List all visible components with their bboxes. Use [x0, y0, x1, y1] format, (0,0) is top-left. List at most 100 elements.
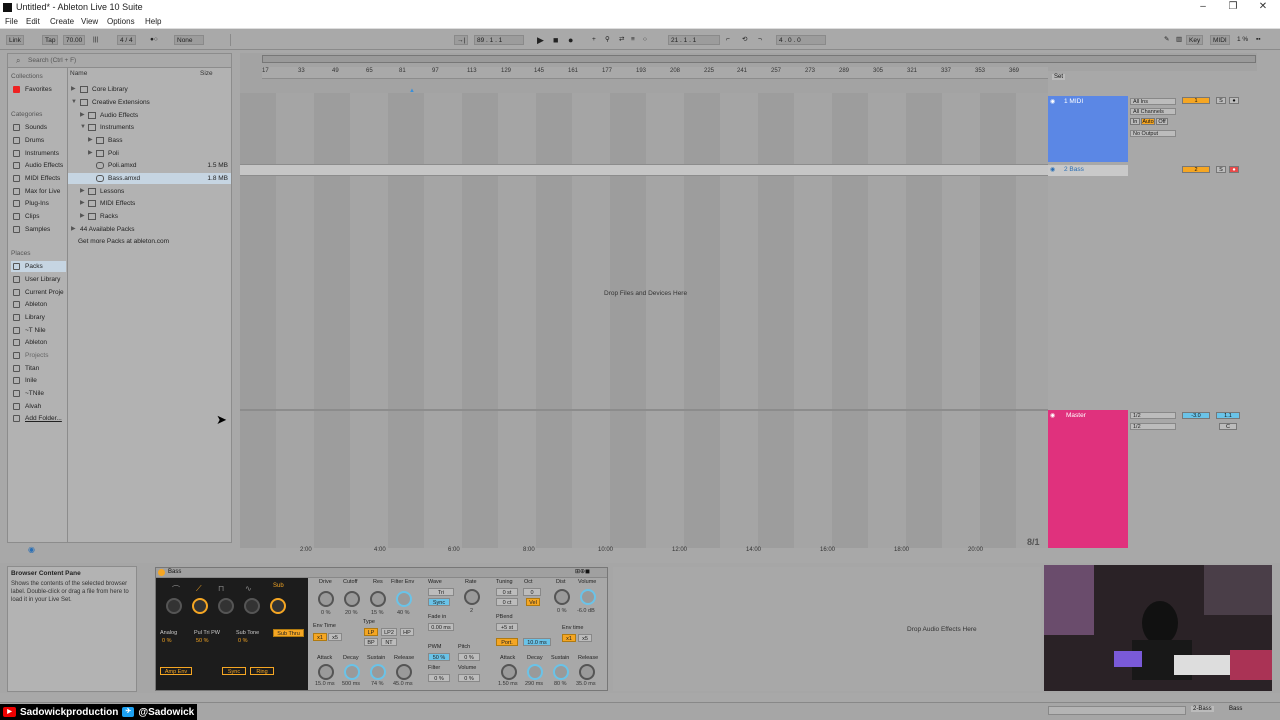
record-icon[interactable]: ● [566, 35, 575, 45]
device-edit-icon[interactable]: ⊞⊕◼ [575, 568, 590, 575]
cue-button[interactable]: C [1219, 423, 1237, 430]
input-channel-select[interactable]: All Channels [1130, 108, 1176, 115]
sidebar-item-place[interactable]: Ableton [11, 299, 66, 310]
sidebar-item-place[interactable]: Inile [11, 375, 66, 386]
filter-mod-field[interactable]: 0 % [428, 674, 450, 682]
close-icon[interactable]: ✕ [1256, 1, 1270, 13]
sub-tone-knob[interactable] [218, 598, 234, 614]
selected-device-tab[interactable]: Bass [1229, 706, 1242, 712]
input-type-select[interactable]: All Ins [1130, 98, 1176, 105]
pwm-field[interactable]: 50 % [428, 653, 450, 661]
expand-arrow-icon[interactable]: ▶ [80, 198, 85, 209]
selected-track-tab[interactable]: 2-Bass [1191, 706, 1214, 712]
session-record-icon[interactable]: ○ [641, 35, 649, 45]
audio-effects-drop-area[interactable]: Drop Audio Effects Here [613, 567, 1041, 691]
key-map-button[interactable]: Key [1186, 35, 1204, 45]
monitor-off[interactable]: Off [1156, 118, 1168, 125]
sidebar-item-place[interactable]: Titan [11, 363, 66, 374]
env2-x5-button[interactable]: x5 [578, 634, 592, 642]
pitch-field[interactable]: 0 % [458, 653, 480, 661]
portamento-button[interactable]: Port. [496, 638, 518, 646]
punch-in-icon[interactable]: ⌐ [724, 35, 732, 45]
sustain-knob[interactable] [370, 664, 386, 680]
midi-map-button[interactable]: MIDI [1210, 35, 1230, 45]
master-volume[interactable]: -3.0 [1182, 412, 1210, 419]
lfo-sync-button[interactable]: Sync [428, 598, 450, 606]
hp-button[interactable]: HP [400, 628, 414, 636]
menu-options[interactable]: Options [107, 17, 135, 26]
track-header-master[interactable]: ◉ Master [1048, 410, 1128, 548]
expand-arrow-icon[interactable]: ▶ [80, 186, 85, 197]
quantize-select[interactable]: None [174, 35, 204, 45]
env2-x1-button[interactable]: x1 [562, 634, 576, 642]
device-on-icon[interactable] [158, 569, 165, 576]
list-item-selected[interactable]: Bass.amxd 1.8 MB [68, 173, 231, 184]
analog-knob[interactable] [166, 598, 182, 614]
link-button[interactable]: Link [6, 35, 24, 45]
monitor-auto[interactable]: Auto [1141, 118, 1155, 125]
output-select[interactable]: No Output [1130, 130, 1176, 137]
pul-tri-knob[interactable] [192, 598, 208, 614]
track-header-bass[interactable]: ◉ 2 Bass [1048, 165, 1128, 176]
sidebar-item-place[interactable]: ~TNile [11, 388, 66, 399]
track-fold-icon[interactable]: ◉ [1050, 166, 1055, 173]
decay2-knob[interactable] [527, 664, 543, 680]
sidebar-item-favorites[interactable]: Favorites [11, 84, 66, 95]
menu-file[interactable]: File [5, 17, 18, 26]
cutoff-knob[interactable] [344, 591, 360, 607]
decay-knob[interactable] [344, 664, 360, 680]
sidebar-item-place[interactable]: ~T Nile [11, 325, 66, 336]
restore-icon[interactable]: ❐ [1226, 1, 1240, 13]
metro-icon[interactable]: ||| [91, 35, 100, 45]
track-lane-bass[interactable] [240, 165, 1048, 176]
sub-knob[interactable] [244, 598, 260, 614]
list-item[interactable]: ▶ Lessons [68, 186, 231, 197]
track-name[interactable]: 2 Bass [1064, 166, 1084, 173]
master-io-select[interactable]: 1/2 [1130, 412, 1176, 419]
minimize-icon[interactable]: – [1196, 1, 1210, 13]
lp2-button[interactable]: LP2 [381, 628, 397, 636]
expand-arrow-icon[interactable]: ▶ [80, 110, 85, 121]
loop-start[interactable]: 21 . 1 . 1 [668, 35, 720, 45]
reenable-icon[interactable]: ⇄ [617, 35, 626, 45]
wave-select[interactable]: Tri [428, 588, 454, 596]
menu-help[interactable]: Help [145, 17, 161, 26]
attack2-knob[interactable] [501, 664, 517, 680]
loop-icon[interactable]: ⟲ [740, 35, 749, 45]
bp-button[interactable]: BP [364, 638, 378, 646]
master-io-select[interactable]: 1/2 [1130, 423, 1176, 430]
sub-thru-button[interactable]: Sub Thru [273, 629, 304, 637]
list-item[interactable]: ▼ Instruments [68, 122, 231, 133]
sidebar-item-samples[interactable]: Samples [11, 224, 66, 235]
list-item[interactable]: ▶ Racks [68, 211, 231, 222]
punch-out-icon[interactable]: ¬ [756, 35, 764, 45]
track-header-midi[interactable]: ◉ 1 MIDI [1048, 96, 1128, 162]
arm-icon[interactable]: ● [1229, 97, 1239, 104]
search-bar[interactable]: ⌕ Search (Ctrl + F) [8, 54, 231, 68]
sub-level-knob[interactable] [270, 598, 286, 614]
sidebar-item-audio-effects[interactable]: Audio Effects [11, 160, 66, 171]
time-signature[interactable]: 4 / 4 [117, 35, 136, 45]
overview-bar[interactable] [262, 55, 1256, 63]
sidebar-item-packs[interactable]: Packs [11, 261, 66, 272]
list-item[interactable]: ▶ 44 Available Packs [68, 224, 231, 235]
follow-icon[interactable]: →| [454, 35, 469, 45]
menu-edit[interactable]: Edit [26, 17, 40, 26]
res-knob[interactable] [370, 591, 386, 607]
solo-button[interactable]: S [1216, 166, 1226, 173]
device-title-bar[interactable]: Bass ⊞⊕◼ [156, 568, 607, 578]
sidebar-item-midi-effects[interactable]: MIDI Effects [11, 173, 66, 184]
fade-in-field[interactable]: 0.00 ms [428, 623, 454, 631]
metronome-icon[interactable]: ●○ [148, 35, 160, 45]
list-item[interactable]: ▶ Audio Effects [68, 110, 231, 121]
portamento-time-field[interactable]: 10.0 ms [523, 638, 551, 646]
sidebar-item-instruments[interactable]: Instruments [11, 148, 66, 159]
search-input[interactable]: Search (Ctrl + F) [28, 57, 76, 64]
time-ruler[interactable]: 2:00 4:00 6:00 8:00 10:00 12:00 14:00 16… [240, 545, 1048, 557]
overdub-icon[interactable]: + [590, 35, 598, 45]
sidebar-item-place[interactable]: Alvah [11, 401, 66, 412]
loop-length[interactable]: 4 . 0 . 0 [776, 35, 826, 45]
sidebar-item-current-project[interactable]: Current Proje [11, 287, 66, 298]
draw-mode-icon[interactable]: ✎ [1162, 35, 1171, 45]
env-x1-button[interactable]: x1 [313, 633, 327, 641]
